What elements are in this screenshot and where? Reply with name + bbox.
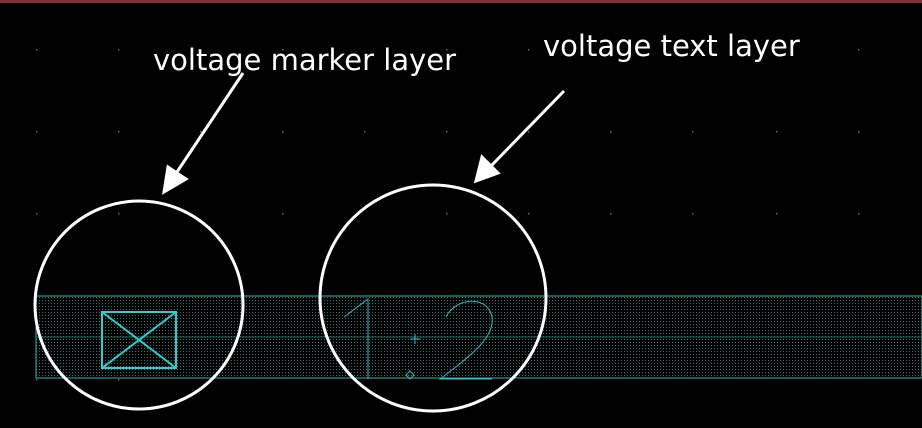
layout-drawing [33,49,922,413]
voltage-marker-layer-label: voltage marker layer [153,43,457,77]
marker-arrow [162,72,245,195]
voltage-text-layer-label: voltage text layer [543,29,800,63]
layout-canvas[interactable]: voltage marker layer voltage text layer [0,3,922,428]
text-arrow [473,89,566,184]
